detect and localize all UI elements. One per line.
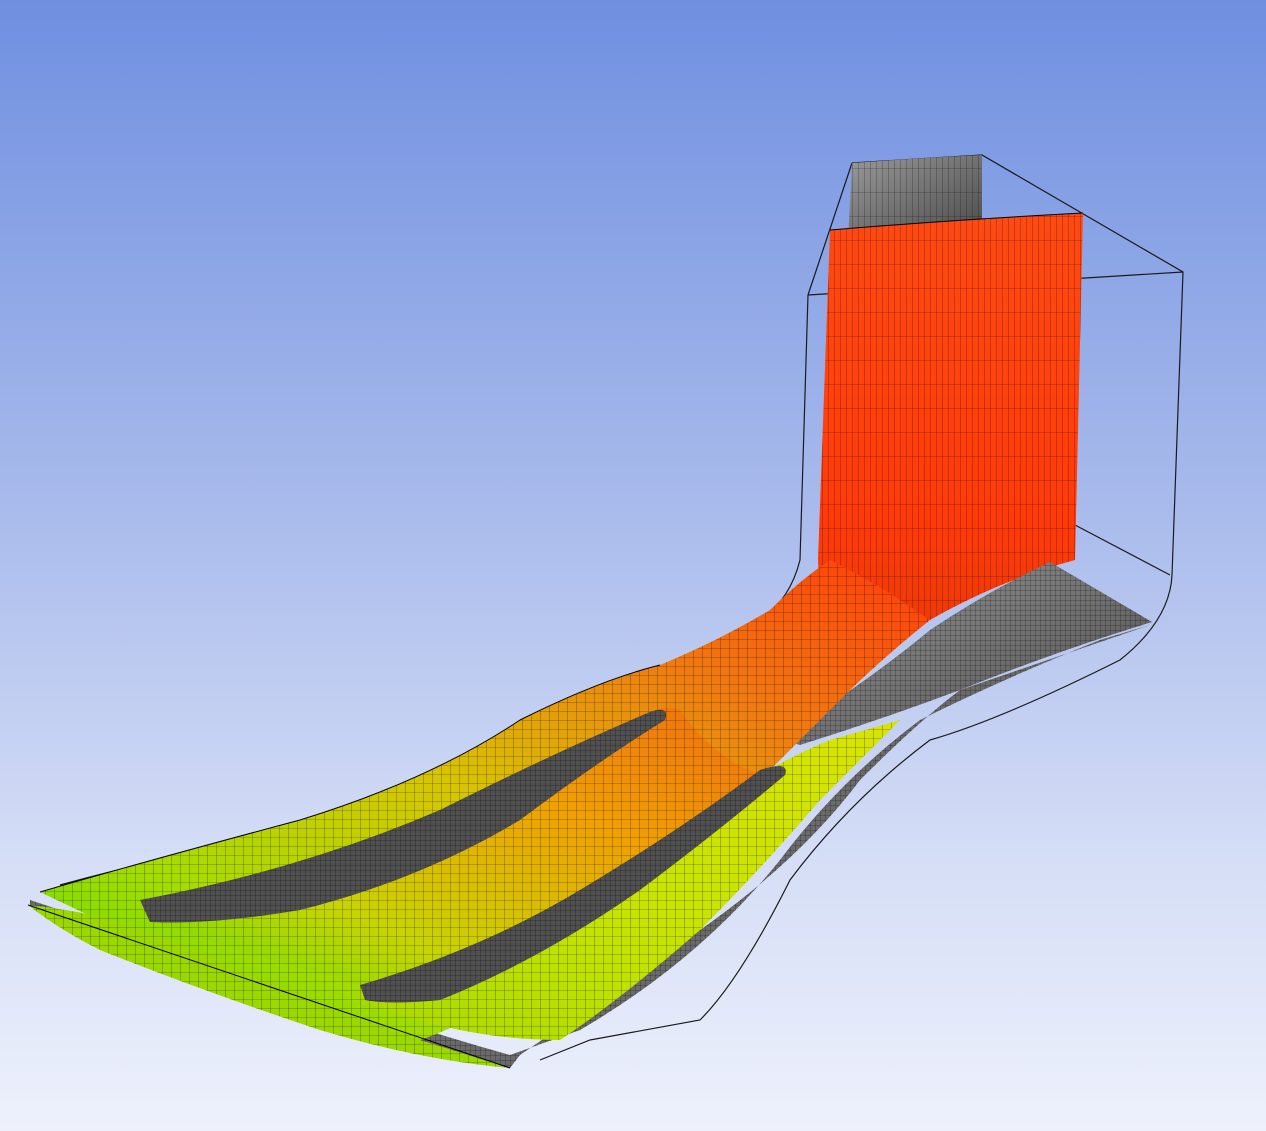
- mesh-render-canvas[interactable]: [0, 0, 1266, 1131]
- 3d-viewport[interactable]: [0, 0, 1266, 1131]
